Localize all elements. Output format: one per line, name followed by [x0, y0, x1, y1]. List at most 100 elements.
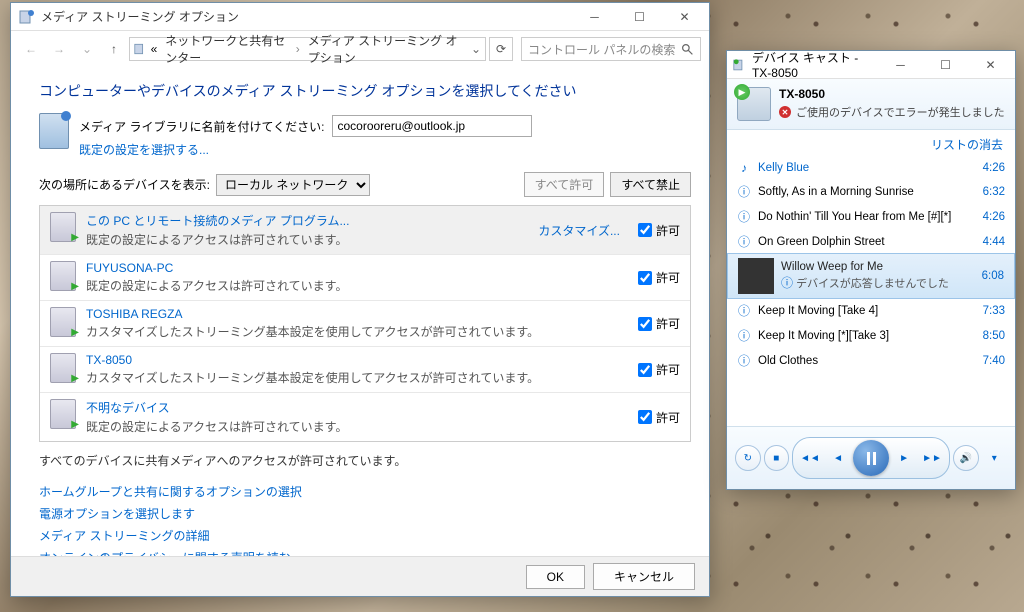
- device-name[interactable]: TOSHIBA REGZA: [86, 307, 620, 321]
- device-list: この PC とリモート接続のメディア プログラム... 既定の設定によるアクセスは…: [39, 205, 691, 442]
- device-row: TOSHIBA REGZA カスタマイズしたストリーミング基本設定を使用してアクセ…: [40, 301, 690, 347]
- device-icon: [50, 399, 76, 429]
- track-row[interactable]: ⓘ Softly, As in a Morning Sunrise 6:32: [727, 179, 1015, 204]
- track-name: Softly, As in a Morning Sunrise: [758, 186, 976, 198]
- clear-list-link[interactable]: リストの消去: [931, 138, 1003, 152]
- track-row[interactable]: ⓘ Keep It Moving [Take 4] 7:33: [727, 298, 1015, 323]
- device-name[interactable]: 不明なデバイス: [86, 399, 620, 416]
- track-row-selected[interactable]: Willow Weep for Meⓘ デバイスが応答しませんでした 6:08: [727, 253, 1015, 299]
- cast-maximize-button[interactable]: ☐: [923, 51, 968, 79]
- track-name: Keep It Moving [Take 4]: [758, 305, 976, 317]
- maximize-button[interactable]: ☐: [617, 3, 662, 31]
- footer-link[interactable]: ホームグループと共有に関するオプションの選択: [39, 483, 691, 500]
- track-duration: 6:08: [982, 270, 1004, 282]
- device-desc: カスタマイズしたストリーミング基本設定を使用してアクセスが許可されています。: [86, 369, 620, 386]
- play-pause-button[interactable]: [853, 440, 889, 476]
- default-settings-link[interactable]: 既定の設定を選択する...: [79, 143, 209, 157]
- device-icon: [50, 261, 76, 291]
- address-dropdown-icon[interactable]: ⌄: [471, 42, 481, 56]
- refresh-button[interactable]: ⟳: [489, 37, 513, 61]
- track-name: Keep It Moving [*][Take 3]: [758, 330, 976, 342]
- track-error: ⓘ デバイスが応答しませんでした: [781, 274, 975, 291]
- permit-checkbox[interactable]: 許可: [638, 315, 680, 332]
- track-row[interactable]: ⓘ Keep It Moving [*][Take 3] 8:50: [727, 323, 1015, 348]
- repeat-button[interactable]: ↻: [735, 445, 761, 471]
- ok-button[interactable]: OK: [526, 565, 585, 589]
- window-title: メディア ストリーミング オプション: [41, 8, 239, 25]
- search-icon: [681, 43, 694, 56]
- up-button[interactable]: ↑: [103, 38, 125, 60]
- cast-close-button[interactable]: ✕: [968, 51, 1013, 79]
- track-row[interactable]: ♪ Kelly Blue 4:26: [727, 157, 1015, 179]
- app-icon: [19, 9, 35, 25]
- footer-link[interactable]: メディア ストリーミングの詳細: [39, 527, 691, 544]
- volume-button[interactable]: 🔊: [953, 445, 979, 471]
- track-row[interactable]: ⓘ Do Nothin' Till You Hear from Me [#][*…: [727, 204, 1015, 229]
- device-row: この PC とリモート接続のメディア プログラム...既定の設定によるアクセスは…: [40, 206, 690, 255]
- titlebar: メディア ストリーミング オプション ─ ☐ ✕: [11, 3, 709, 31]
- track-row[interactable]: ⓘ On Green Dolphin Street 4:44: [727, 229, 1015, 254]
- location-label: 次の場所にあるデバイスを表示:: [39, 176, 210, 193]
- location-select[interactable]: ローカル ネットワーク: [216, 174, 370, 196]
- device-name[interactable]: FUYUSONA-PC: [86, 261, 620, 275]
- device-desc: カスタマイズしたストリーミング基本設定を使用してアクセスが許可されています。: [86, 323, 620, 340]
- footer-link[interactable]: オンラインのプライバシーに関する声明を読む: [39, 549, 691, 556]
- library-name-input[interactable]: [332, 115, 532, 137]
- page-heading: コンピューターやデバイスのメディア ストリーミング オプションを選択してください: [39, 81, 691, 101]
- permit-checkbox[interactable]: 許可: [638, 269, 680, 286]
- device-icon: [50, 353, 76, 383]
- breadcrumb-1[interactable]: ネットワークと共有センター: [161, 30, 291, 68]
- breadcrumb-sep-icon: «: [151, 42, 158, 56]
- track-row[interactable]: ⓘ Old Clothes 7:40: [727, 348, 1015, 373]
- info-icon: ⓘ: [737, 208, 751, 225]
- content-body: コンピューターやデバイスのメディア ストリーミング オプションを選択してください…: [11, 67, 709, 556]
- stop-button[interactable]: ■: [764, 445, 790, 471]
- info-icon: ⓘ: [737, 183, 751, 200]
- playback-controls: ↻ ■ ◄◄ ◄ ► ►► 🔊 ▾: [727, 426, 1015, 489]
- volume-dropdown[interactable]: ▾: [982, 445, 1007, 471]
- search-input[interactable]: コントロール パネルの検索: [521, 37, 701, 61]
- device-desc: 既定の設定によるアクセスは許可されています。: [86, 277, 620, 294]
- cast-window-title: デバイス キャスト - TX-8050: [752, 49, 878, 80]
- footer-link[interactable]: 電源オプションを選択します: [39, 505, 691, 522]
- device-name[interactable]: TX-8050: [86, 353, 620, 367]
- track-name: Do Nothin' Till You Hear from Me [#][*]: [758, 211, 976, 223]
- cast-app-icon: [733, 57, 746, 73]
- cast-error-message: ご使用のデバイスでエラーが発生しました: [779, 104, 1005, 120]
- customize-link[interactable]: カスタマイズ...: [538, 222, 620, 239]
- cancel-button[interactable]: キャンセル: [593, 563, 695, 590]
- track-name: Kelly Blue: [758, 162, 976, 174]
- info-icon: ⓘ: [737, 327, 751, 344]
- forward-button[interactable]: →: [47, 37, 71, 61]
- rewind-button[interactable]: ◄: [825, 445, 851, 471]
- library-icon: [39, 113, 69, 149]
- cast-device-name: TX-8050: [779, 87, 1005, 101]
- track-duration: 7:40: [983, 355, 1005, 367]
- status-text: すべてのデバイスに共有メディアへのアクセスが許可されています。: [39, 452, 691, 469]
- media-streaming-window: メディア ストリーミング オプション ─ ☐ ✕ ← → ⌄ ↑ « ネットワー…: [10, 2, 710, 597]
- next-button[interactable]: ►►: [919, 445, 945, 471]
- device-name[interactable]: この PC とリモート接続のメディア プログラム...: [86, 212, 528, 229]
- track-duration: 7:33: [983, 305, 1005, 317]
- track-name: Old Clothes: [758, 355, 976, 367]
- album-art-icon: [738, 258, 774, 294]
- cast-minimize-button[interactable]: ─: [878, 51, 923, 79]
- close-button[interactable]: ✕: [662, 3, 707, 31]
- address-bar[interactable]: « ネットワークと共有センター › メディア ストリーミング オプション ⌄: [129, 37, 486, 61]
- track-duration: 4:44: [983, 236, 1005, 248]
- fast-forward-button[interactable]: ►: [891, 445, 917, 471]
- deny-all-button[interactable]: すべて禁止: [610, 172, 691, 197]
- permit-checkbox[interactable]: 許可: [638, 222, 680, 239]
- allow-all-button[interactable]: すべて許可: [524, 172, 605, 197]
- previous-button[interactable]: ◄◄: [797, 445, 823, 471]
- track-duration: 4:26: [983, 211, 1005, 223]
- device-desc: 既定の設定によるアクセスは許可されています。: [86, 418, 620, 435]
- back-button[interactable]: ←: [19, 37, 43, 61]
- history-dropdown[interactable]: ⌄: [75, 37, 99, 61]
- now-playing-icon: ♪: [737, 161, 751, 175]
- permit-checkbox[interactable]: 許可: [638, 409, 680, 426]
- minimize-button[interactable]: ─: [572, 3, 617, 31]
- breadcrumb-2[interactable]: メディア ストリーミング オプション: [304, 30, 467, 68]
- playlist: ♪ Kelly Blue 4:26 ⓘ Softly, As in a Morn…: [727, 157, 1015, 373]
- permit-checkbox[interactable]: 許可: [638, 361, 680, 378]
